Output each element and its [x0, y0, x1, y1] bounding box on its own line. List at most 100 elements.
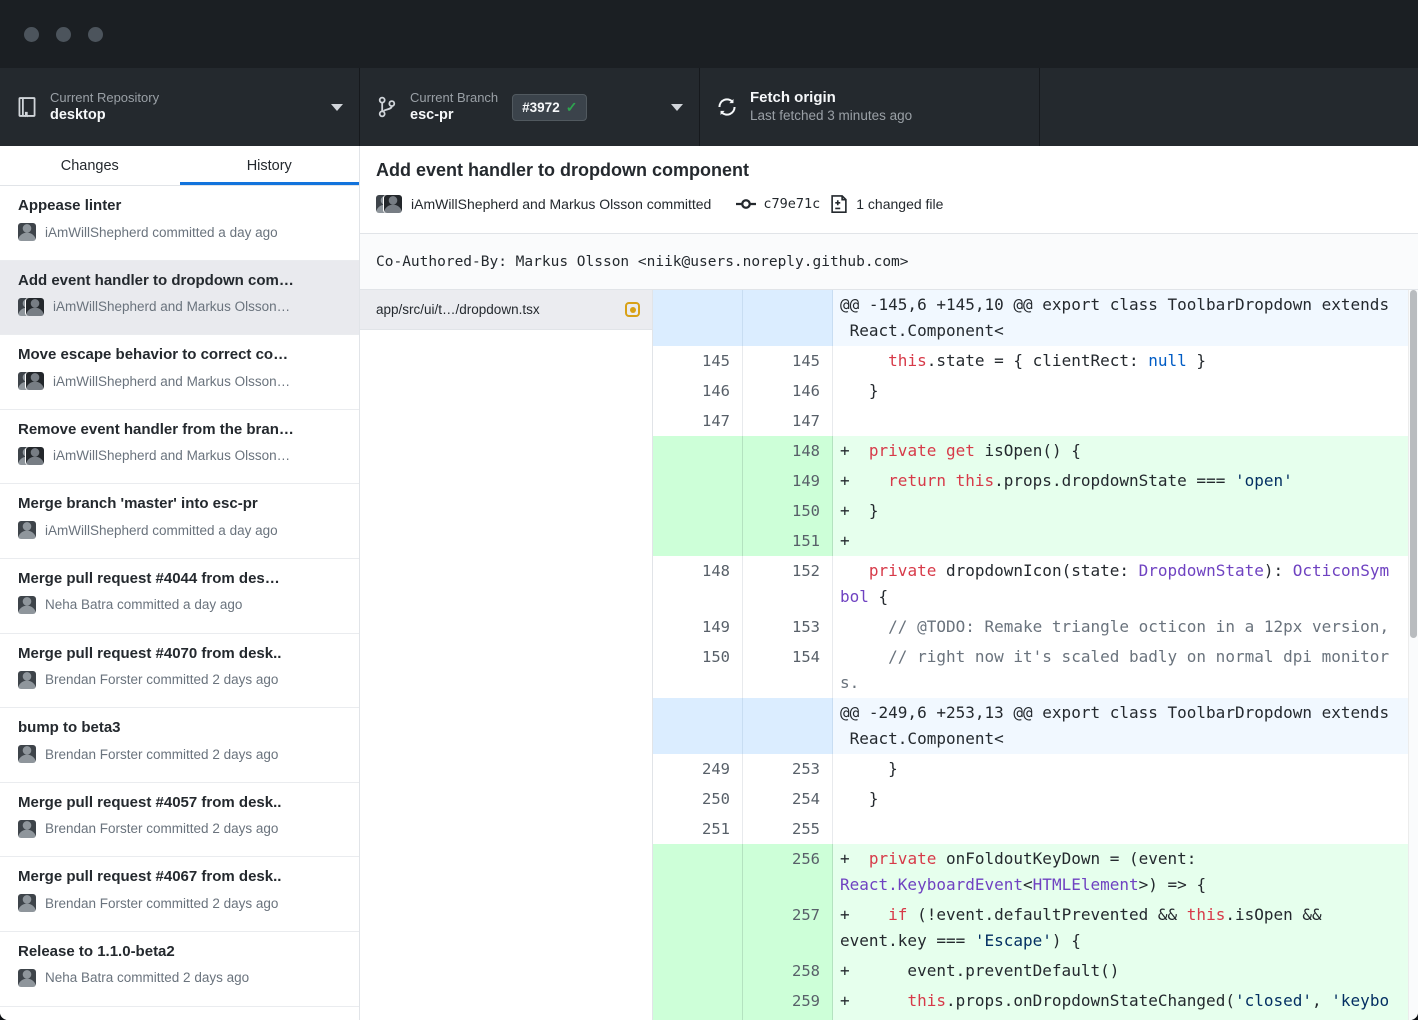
diff-line: 151+ — [653, 526, 1408, 556]
modified-file-icon — [625, 302, 640, 317]
commit-header: Add event handler to dropdown component … — [360, 146, 1418, 234]
new-line-number: 257 — [743, 900, 833, 956]
diff-line: 249253 } — [653, 754, 1408, 784]
code-text: + private onFoldoutKeyDown = (event:Reac… — [833, 844, 1408, 900]
commit-row[interactable]: Merge pull request #4070 from desk..Bren… — [0, 634, 359, 709]
traffic-lights[interactable] — [24, 27, 103, 42]
new-line-number: 255 — [743, 814, 833, 844]
maximize-window-button[interactable] — [88, 27, 103, 42]
commit-sha: c79e71c — [763, 196, 820, 212]
avatar — [18, 969, 36, 987]
avatar — [18, 372, 44, 390]
old-line-number — [653, 956, 743, 986]
commit-row-title: Merge branch 'master' into esc-pr — [18, 495, 345, 512]
old-line-number — [653, 466, 743, 496]
commit-row[interactable]: bump to beta3Brendan Forster committed 2… — [0, 708, 359, 783]
fetch-origin-button[interactable]: Fetch origin Last fetched 3 minutes ago — [700, 68, 1040, 146]
old-line-number: 145 — [653, 346, 743, 376]
old-line-number — [653, 290, 743, 346]
old-line-number — [653, 698, 743, 754]
branch-label: Current Branch — [410, 90, 498, 106]
commit-row-meta: iAmWillShepherd committed a day ago — [45, 523, 278, 538]
commit-row-title: Merge pull request #4044 from des… — [18, 570, 345, 587]
commit-row-meta: iAmWillShepherd committed a day ago — [45, 225, 278, 240]
commit-row[interactable]: Appease linter iAmWillShepherd committed … — [0, 186, 359, 261]
file-row[interactable]: app/src/ui/t…/dropdown.tsx — [360, 290, 652, 330]
pr-status-badge: #3972 ✓ — [512, 94, 587, 121]
diff-line: 149153 // @TODO: Remake triangle octicon… — [653, 612, 1408, 642]
diff-line: 258+ event.preventDefault() — [653, 956, 1408, 986]
old-line-number — [653, 496, 743, 526]
commit-description: Co-Authored-By: Markus Olsson <niik@user… — [360, 234, 1418, 290]
new-line-number: 149 — [743, 466, 833, 496]
commit-row-meta: Brendan Forster committed 2 days ago — [45, 896, 278, 911]
new-line-number: 253 — [743, 754, 833, 784]
avatar — [18, 820, 36, 838]
commit-row-meta: Neha Batra committed a day ago — [45, 597, 242, 612]
old-line-number — [653, 986, 743, 1020]
commit-row-meta: Brendan Forster committed 2 days ago — [45, 821, 278, 836]
diff-view: @@ -145,6 +145,10 @@ export class Toolba… — [653, 290, 1408, 1020]
old-line-number: 149 — [653, 612, 743, 642]
commit-row[interactable]: Release to 1.1.0-beta2Neha Batra committ… — [0, 932, 359, 1007]
commit-row[interactable]: Merge pull request #4073 from des… — [0, 1007, 359, 1020]
avatar — [18, 745, 36, 763]
diff-scrollbar[interactable] — [1408, 290, 1418, 1020]
commit-row-title: Add event handler to dropdown com… — [18, 272, 345, 289]
new-line-number — [743, 698, 833, 754]
sync-icon — [716, 96, 738, 118]
new-line-number — [743, 290, 833, 346]
code-text: + private get isOpen() { — [833, 436, 1408, 466]
file-path: app/src/ui/t…/dropdown.tsx — [376, 302, 625, 317]
commit-row-title: Merge pull request #4057 from desk.. — [18, 794, 345, 811]
new-line-number: 148 — [743, 436, 833, 466]
old-line-number — [653, 526, 743, 556]
repo-icon — [16, 96, 38, 118]
current-branch-button[interactable]: Current Branch esc-pr #3972 ✓ — [360, 68, 700, 146]
commit-row[interactable]: Add event handler to dropdown com…iAmWil… — [0, 261, 359, 336]
branch-icon — [376, 96, 398, 118]
code-text — [833, 814, 1408, 844]
commit-row-meta: Brendan Forster committed 2 days ago — [45, 747, 278, 762]
diff-line: 256+ private onFoldoutKeyDown = (event:R… — [653, 844, 1408, 900]
close-window-button[interactable] — [24, 27, 39, 42]
commit-row-title: Appease linter — [18, 197, 345, 214]
new-line-number: 258 — [743, 956, 833, 986]
avatar — [18, 521, 36, 539]
chevron-down-icon — [671, 104, 683, 111]
old-line-number: 147 — [653, 406, 743, 436]
diff-line: 259+ this.props.onDropdownStateChanged('… — [653, 986, 1408, 1020]
diff-line: 250254 } — [653, 784, 1408, 814]
diff-line: 148152 private dropdownIcon(state: Dropd… — [653, 556, 1408, 612]
github-desktop-window: Current Repository desktop Current Branc… — [0, 0, 1418, 1020]
code-text: @@ -145,6 +145,10 @@ export class Toolba… — [833, 290, 1408, 346]
code-text: + if (!event.defaultPrevented && this.is… — [833, 900, 1408, 956]
pr-number: #3972 — [522, 100, 560, 115]
code-text: private dropdownIcon(state: DropdownStat… — [833, 556, 1408, 612]
diff-line: 147147 — [653, 406, 1408, 436]
changed-files-count: 1 changed file — [856, 196, 943, 212]
new-line-number: 151 — [743, 526, 833, 556]
commit-row-meta: Brendan Forster committed 2 days ago — [45, 672, 278, 687]
scrollbar-thumb[interactable] — [1410, 290, 1417, 638]
tab-changes[interactable]: Changes — [0, 146, 180, 185]
commit-row-title: Release to 1.1.0-beta2 — [18, 943, 345, 960]
commit-row-meta: iAmWillShepherd and Markus Olsson… — [53, 374, 290, 389]
diff-line: 145145 this.state = { clientRect: null } — [653, 346, 1408, 376]
tab-history[interactable]: History — [180, 146, 360, 185]
code-text: } — [833, 754, 1408, 784]
commit-row[interactable]: Merge pull request #4057 from desk.. Bren… — [0, 783, 359, 858]
toolbar: Current Repository desktop Current Branc… — [0, 68, 1418, 146]
commit-row[interactable]: Move escape behavior to correct co…iAmWi… — [0, 335, 359, 410]
code-text: } — [833, 784, 1408, 814]
commit-row[interactable]: Remove event handler from the bran…iAmWi… — [0, 410, 359, 485]
commit-row[interactable]: Merge pull request #4067 from desk..Bren… — [0, 857, 359, 932]
current-repository-button[interactable]: Current Repository desktop — [0, 68, 360, 146]
new-line-number: 254 — [743, 784, 833, 814]
new-line-number: 154 — [743, 642, 833, 698]
commit-row[interactable]: Merge pull request #4044 from des… Neha B… — [0, 559, 359, 634]
commit-row[interactable]: Merge branch 'master' into esc-pr iAmWill… — [0, 484, 359, 559]
commit-row-meta: iAmWillShepherd and Markus Olsson… — [53, 448, 290, 463]
diff-line: 149+ return this.props.dropdownState ===… — [653, 466, 1408, 496]
minimize-window-button[interactable] — [56, 27, 71, 42]
